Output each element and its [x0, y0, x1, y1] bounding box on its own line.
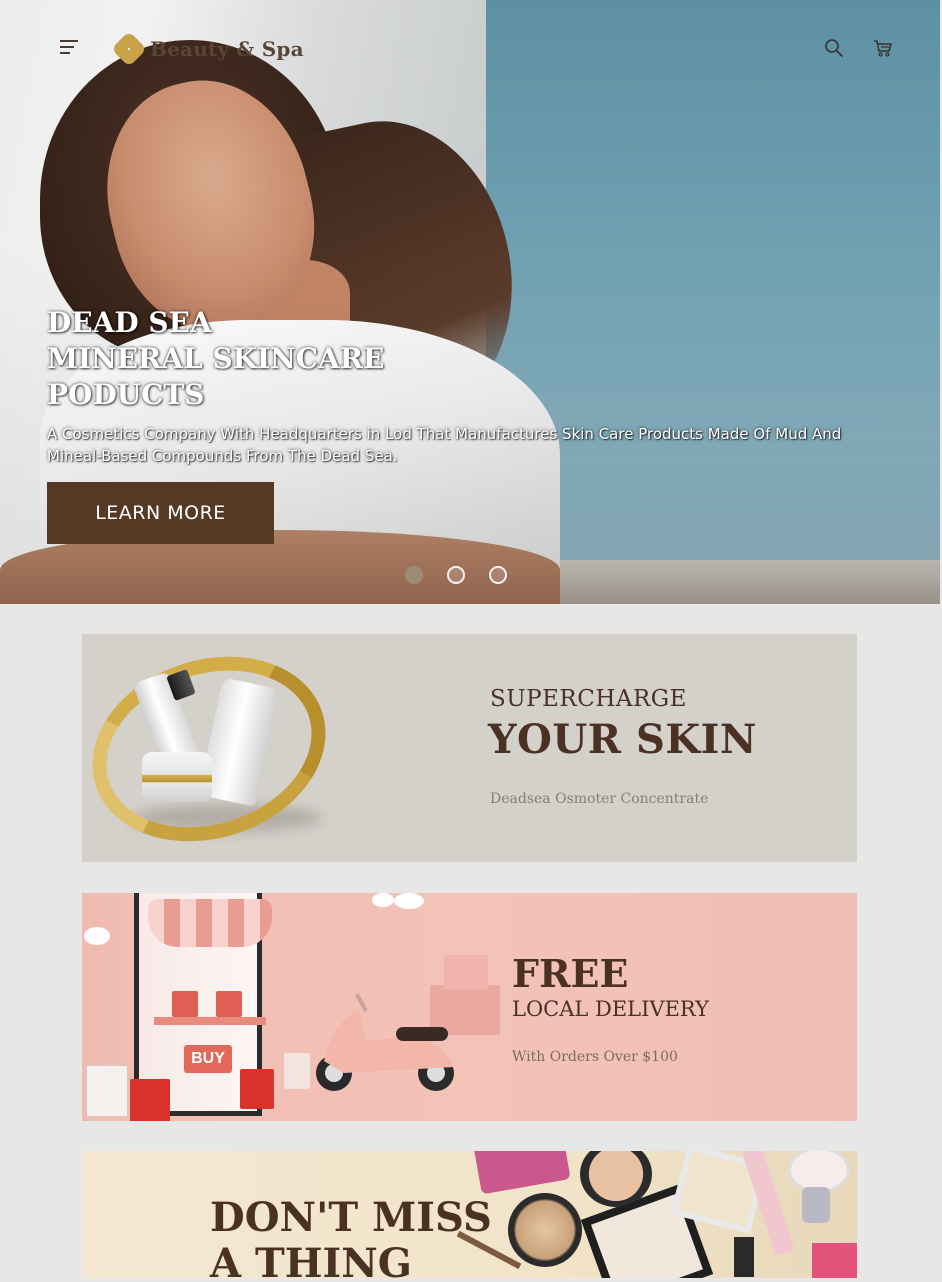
banner-delivery-condition: With Orders Over $100 — [512, 1049, 678, 1065]
cosmetic-bag-image — [812, 1243, 857, 1278]
shopping-bag-image — [130, 1079, 170, 1121]
slider-dots — [405, 566, 507, 584]
shop-awning-image — [148, 899, 272, 947]
banner-supercharge-product: Deadsea Osmoter Concentrate — [490, 791, 709, 807]
banner-dont-miss-line2: A THING — [210, 1240, 412, 1279]
cloud-decoration — [84, 927, 110, 945]
hero-title-line: PODUCTS — [47, 378, 205, 411]
buy-sign: BUY — [184, 1045, 232, 1073]
flower-logo-icon — [111, 31, 147, 67]
promo-banner-free-delivery[interactable]: BUY FREE LOCAL DELIVERY With Orders Over… — [82, 893, 857, 1121]
banner-dont-miss-title: DON'T MISS A THING — [210, 1194, 492, 1279]
brand-logo[interactable]: Beauty & Spa — [111, 30, 304, 68]
banner-delivery-line2: LOCAL DELIVERY — [512, 997, 709, 1021]
gift-box-image — [216, 991, 242, 1017]
cream-jar-image — [142, 752, 212, 802]
slider-dot-3[interactable] — [489, 566, 507, 584]
bronzer-beads-image — [508, 1193, 582, 1267]
cloud-decoration — [372, 893, 394, 907]
slider-dot-1[interactable] — [405, 566, 423, 584]
slider-dot-2[interactable] — [447, 566, 465, 584]
banner-supercharge-line1: SUPERCHARGE — [490, 686, 687, 712]
promo-banner-dont-miss[interactable]: DON'T MISS A THING — [82, 1151, 857, 1278]
hero-title: DEAD SEA MINERAL SKINCARE PODUCTS — [47, 305, 467, 413]
banner-supercharge-line2: YOUR SKIN — [488, 716, 757, 763]
hero-title-line: DEAD SEA — [47, 306, 212, 339]
hero-description: A Cosmetics Company With Headquarters in… — [47, 425, 842, 465]
banner-delivery-line1: FREE — [512, 951, 629, 996]
gift-box-image — [172, 991, 198, 1017]
hero-slider: DEAD SEA MINERAL SKINCARE PODUCTS A Cosm… — [0, 0, 940, 604]
lipstick-image — [734, 1237, 754, 1277]
hero-title-line: MINERAL SKINCARE — [47, 342, 385, 375]
menu-icon[interactable] — [60, 40, 82, 56]
promo-banner-supercharge[interactable]: SUPERCHARGE YOUR SKIN Deadsea Osmoter Co… — [82, 634, 857, 862]
cart-icon[interactable] — [873, 38, 893, 58]
search-icon[interactable] — [824, 38, 844, 58]
shopping-bag-image — [240, 1069, 274, 1109]
makeup-compact-image — [473, 1151, 571, 1195]
cloud-decoration — [394, 893, 424, 909]
brand-name: Beauty & Spa — [150, 37, 304, 61]
shop-shelf-image — [154, 1017, 266, 1025]
nail-polish-image — [802, 1187, 830, 1223]
scooter-image — [316, 983, 454, 1091]
learn-more-button[interactable]: LEARN MORE — [47, 482, 274, 544]
shopping-bag-image — [86, 1065, 128, 1117]
banner-dont-miss-line1: DON'T MISS — [210, 1194, 492, 1241]
